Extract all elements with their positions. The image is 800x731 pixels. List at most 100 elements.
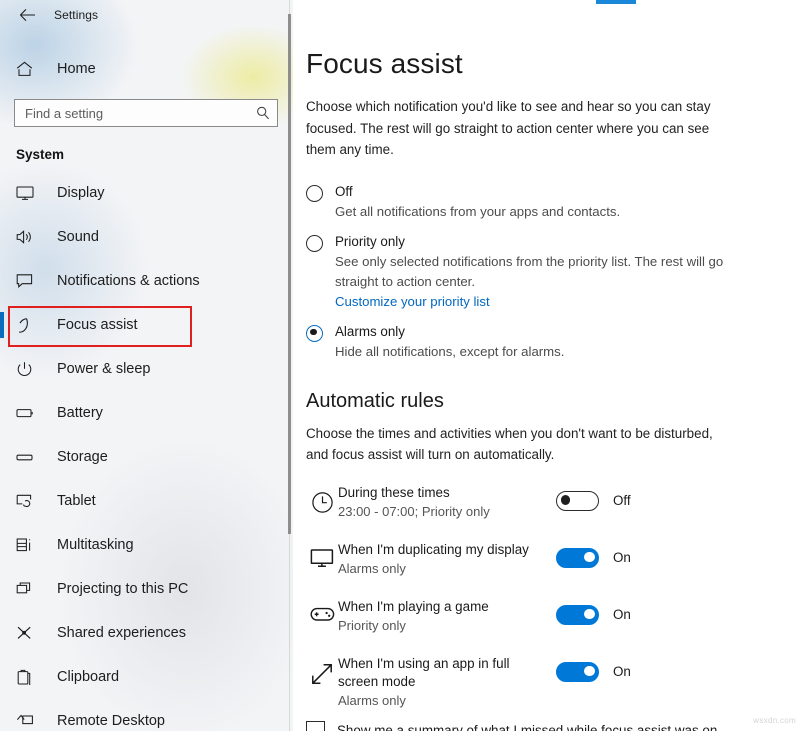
sidebar-item-power-sleep[interactable]: Power & sleep — [0, 347, 293, 391]
radio-description-off: Get all notifications from your apps and… — [335, 203, 621, 219]
app-title: Settings — [54, 8, 99, 22]
drive-icon — [16, 452, 38, 463]
search-icon[interactable] — [256, 106, 270, 120]
sidebar-item-sound[interactable]: Sound — [0, 215, 293, 259]
sidebar-scrollbar[interactable] — [287, 0, 292, 731]
radio-description-alarms-only: Hide all notifications, except for alarm… — [335, 343, 565, 359]
sidebar-item-remote-desktop[interactable]: Remote Desktop — [0, 699, 293, 731]
clock-icon — [306, 483, 338, 514]
top-accent-bar — [596, 0, 636, 4]
toggle-knob — [584, 665, 595, 676]
battery-icon — [16, 407, 38, 419]
sidebar-item-multitasking[interactable]: Multitasking — [0, 523, 293, 567]
sidebar-item-label: Remote Desktop — [57, 713, 165, 729]
sidebar-scrollbar-thumb[interactable] — [288, 14, 291, 534]
back-arrow-icon[interactable] — [14, 2, 40, 28]
sidebar-item-label: Sound — [57, 229, 99, 245]
sidebar: Settings Home Find a setting System Disp… — [0, 0, 293, 731]
toggle-state-label: On — [613, 550, 631, 565]
sidebar-item-battery[interactable]: Battery — [0, 391, 293, 435]
radio-option-alarms-only[interactable]: Alarms only Hide all notifications, exce… — [306, 323, 800, 362]
sidebar-item-clipboard[interactable]: Clipboard — [0, 655, 293, 699]
toggle-state-label: On — [613, 607, 631, 622]
rule-text: When I'm playing a game Priority only — [338, 597, 550, 635]
toggle-full-screen-mode[interactable] — [556, 661, 599, 682]
sidebar-item-label: Projecting to this PC — [57, 581, 189, 597]
sidebar-item-label: Display — [57, 185, 105, 201]
radio-label-off[interactable]: Off — [335, 183, 800, 201]
titlebar: Settings — [0, 0, 293, 30]
sidebar-item-label: Tablet — [57, 493, 96, 509]
sidebar-item-display[interactable]: Display — [0, 171, 293, 215]
toggle-playing-a-game[interactable] — [556, 604, 599, 625]
rule-duplicating-display[interactable]: When I'm duplicating my display Alarms o… — [306, 540, 800, 586]
summary-checkbox-label[interactable]: Show me a summary of what I missed while… — [337, 723, 717, 731]
rule-text: When I'm using an app in full screen mod… — [338, 654, 550, 710]
rule-full-screen-mode[interactable]: When I'm using an app in full screen mod… — [306, 654, 800, 710]
radio-button-alarms-only[interactable] — [306, 324, 323, 342]
remote-desktop-icon — [16, 713, 38, 729]
rule-subtitle: Priority only — [338, 617, 406, 633]
radio-label-alarms-only[interactable]: Alarms only — [335, 323, 800, 341]
rule-toggle-wrap: On — [556, 597, 631, 625]
multitasking-icon — [16, 537, 38, 553]
sidebar-item-notifications-actions[interactable]: Notifications & actions — [0, 259, 293, 303]
radio-description-priority-only: See only selected notifications from the… — [335, 253, 724, 289]
sidebar-item-home[interactable]: Home — [0, 52, 293, 86]
tablet-icon — [16, 493, 38, 509]
rule-name: When I'm playing a game — [338, 598, 489, 614]
fullscreen-arrows-icon — [306, 654, 338, 686]
automatic-rules-description: Choose the times and activities when you… — [306, 425, 713, 462]
rule-name: During these times — [338, 484, 450, 500]
sidebar-item-label: Focus assist — [57, 317, 138, 333]
sidebar-item-shared-experiences[interactable]: Shared experiences — [0, 611, 293, 655]
rule-subtitle: 23:00 - 07:00; Priority only — [338, 503, 490, 519]
settings-window: Settings Home Find a setting System Disp… — [0, 0, 800, 731]
radio-button-off[interactable] — [306, 184, 323, 202]
rule-playing-a-game[interactable]: When I'm playing a game Priority only On — [306, 597, 800, 643]
toggle-during-these-times[interactable] — [556, 490, 599, 511]
toggle-state-label: On — [613, 664, 631, 679]
rule-toggle-wrap: On — [556, 654, 631, 682]
summary-checkbox-row[interactable]: Show me a summary of what I missed while… — [306, 720, 800, 731]
sidebar-item-label: Power & sleep — [57, 361, 151, 377]
radio-option-priority-only[interactable]: Priority only See only selected notifica… — [306, 233, 800, 312]
toggle-state-label: Off — [613, 493, 631, 508]
power-icon — [16, 361, 38, 378]
sidebar-item-label: Battery — [57, 405, 103, 421]
page-title: Focus assist — [306, 48, 463, 79]
sidebar-item-projecting-to-this-pc[interactable]: Projecting to this PC — [0, 567, 293, 611]
sidebar-item-label-home: Home — [57, 61, 96, 77]
home-icon — [16, 61, 38, 77]
rule-text: When I'm duplicating my display Alarms o… — [338, 540, 550, 578]
radio-option-off[interactable]: Off Get all notifications from your apps… — [306, 183, 800, 222]
sidebar-nav-list: Display Sound Notifications & actions Fo… — [0, 168, 293, 731]
selection-indicator — [0, 312, 4, 338]
sidebar-item-storage[interactable]: Storage — [0, 435, 293, 479]
rule-during-these-times[interactable]: During these times 23:00 - 07:00; Priori… — [306, 483, 800, 529]
customize-priority-list-link[interactable]: Customize your priority list — [335, 292, 490, 312]
watermark: wsxdn.com — [753, 716, 796, 725]
radio-button-priority-only[interactable] — [306, 234, 323, 252]
toggle-duplicating-display[interactable] — [556, 547, 599, 568]
sidebar-item-tablet[interactable]: Tablet — [0, 479, 293, 523]
toggle-knob — [584, 608, 595, 619]
sidebar-item-label: Clipboard — [57, 669, 120, 685]
gamepad-icon — [306, 597, 338, 623]
sidebar-item-focus-assist[interactable]: Focus assist — [0, 303, 293, 347]
moon-icon — [16, 317, 38, 334]
sidebar-item-label: Notifications & actions — [57, 273, 200, 289]
sidebar-item-label: Multitasking — [57, 537, 134, 553]
automatic-rules-list: During these times 23:00 - 07:00; Priori… — [306, 483, 800, 710]
monitor-icon — [306, 540, 338, 569]
rule-subtitle: Alarms only — [338, 692, 406, 708]
summary-checkbox[interactable] — [306, 720, 325, 731]
search-input[interactable] — [25, 105, 256, 121]
search-box[interactable] — [14, 99, 278, 127]
monitor-icon — [16, 185, 38, 201]
toggle-knob — [584, 551, 595, 562]
clipboard-icon — [16, 669, 38, 686]
focus-mode-radio-group: Off Get all notifications from your apps… — [306, 183, 800, 362]
radio-label-priority-only[interactable]: Priority only — [335, 233, 800, 251]
chat-bubble-icon — [16, 273, 38, 289]
